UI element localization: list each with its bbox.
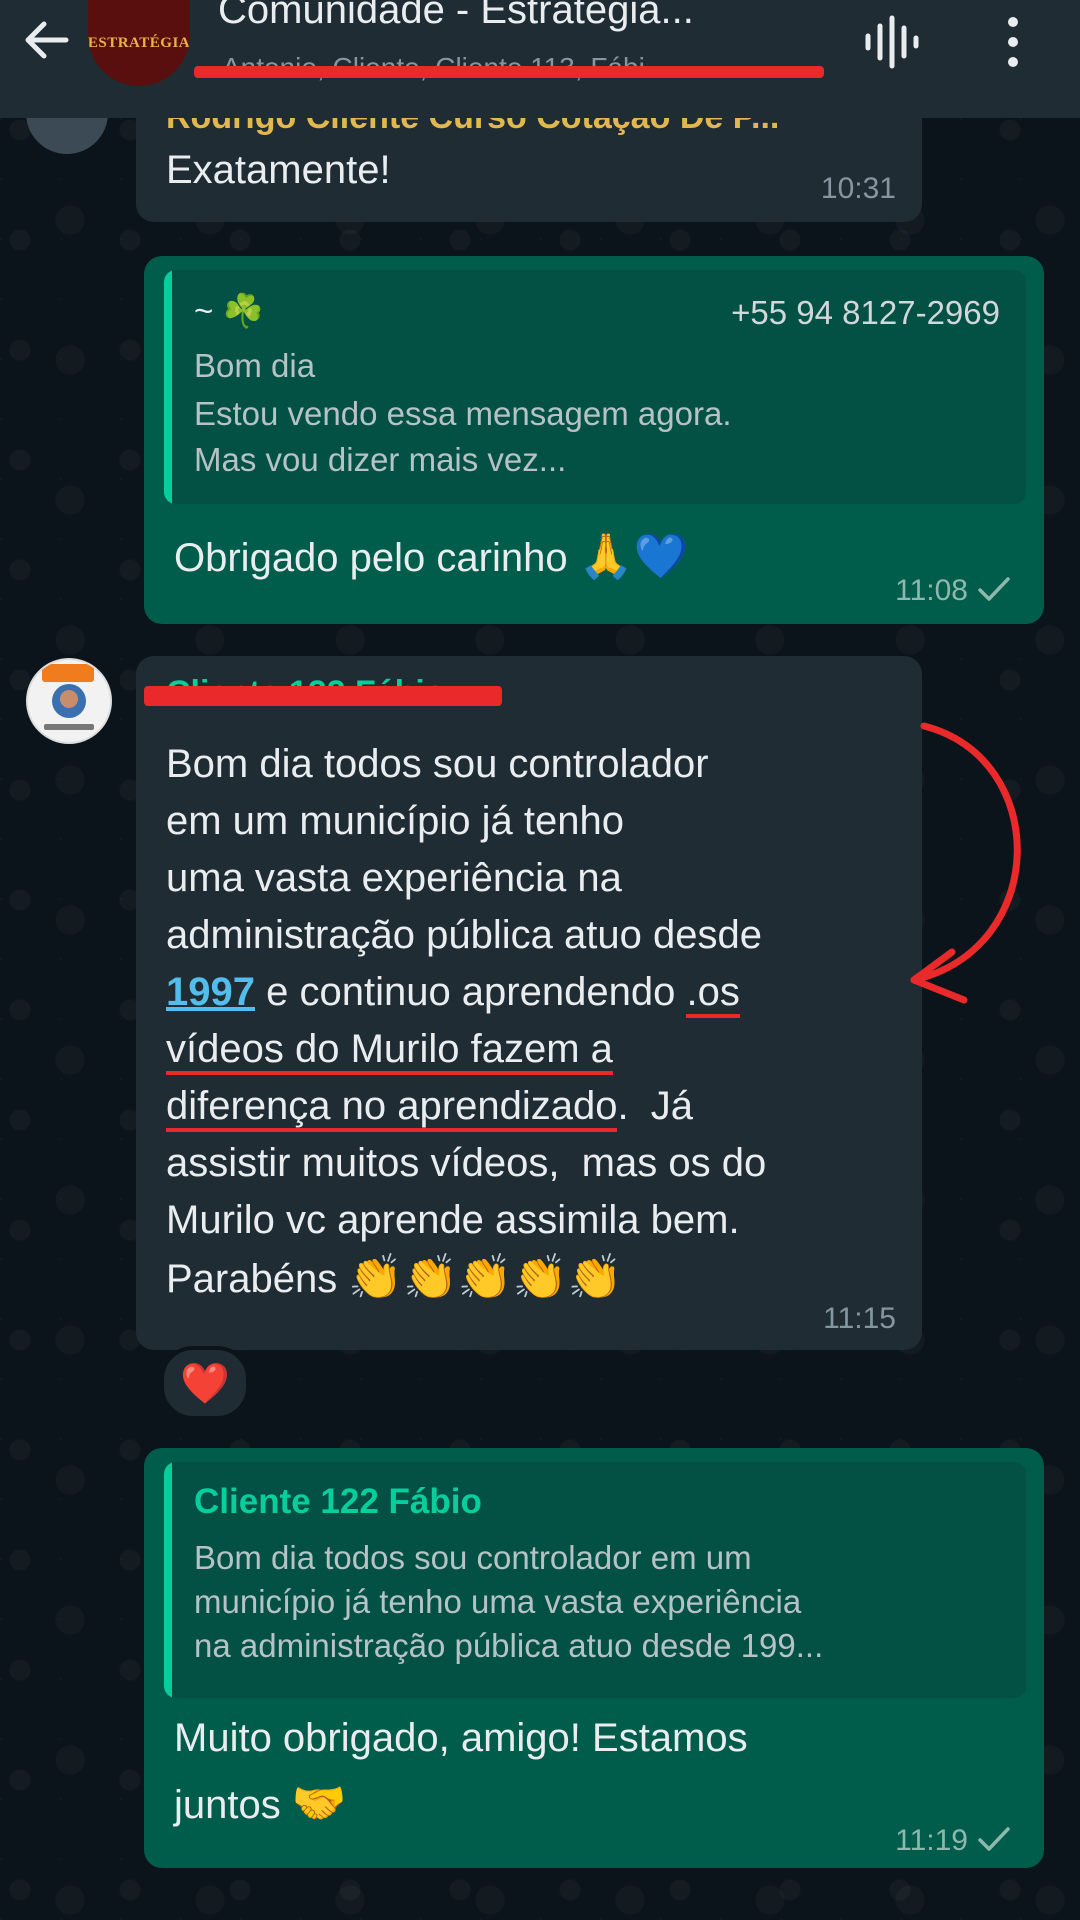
message-line: juntos 🤝 bbox=[174, 1779, 347, 1828]
chat-header: ESTRATÉGIA Comunidade - Estratégia... An… bbox=[0, 0, 1080, 118]
message-time: 11:15 bbox=[823, 1302, 896, 1335]
emoji-clapping-hands: 👏👏👏👏👏 bbox=[348, 1253, 623, 1302]
emoji-pray-heart: 🙏💙 bbox=[578, 532, 689, 581]
quote-line: Estou vendo essa mensagem agora. bbox=[194, 395, 732, 432]
sent-check-icon bbox=[978, 1827, 1010, 1851]
back-arrow-icon[interactable] bbox=[18, 10, 78, 70]
message-bubble-outgoing[interactable]: Cliente 122 Fábio Bom dia todos sou cont… bbox=[144, 1448, 1044, 1868]
message-line: administração pública atuo desde bbox=[166, 913, 762, 957]
quote-line: município já tenho uma vasta experiência bbox=[194, 1583, 802, 1620]
message-line: vídeos do Murilo fazem a bbox=[166, 1021, 906, 1078]
group-title[interactable]: Comunidade - Estratégia... bbox=[218, 0, 694, 33]
message-line: Parabéns 👏👏👏👏👏 bbox=[166, 1253, 623, 1302]
quote-line: Mas vou dizer mais vez... bbox=[194, 441, 567, 478]
voice-chat-icon[interactable] bbox=[860, 12, 920, 72]
redaction-mark bbox=[194, 66, 824, 78]
year-link[interactable]: 1997 bbox=[166, 970, 255, 1014]
message-line: Muito obrigado, amigo! Estamos bbox=[174, 1716, 748, 1760]
highlighted-text: .os bbox=[686, 970, 740, 1018]
message-time: 11:08 bbox=[895, 574, 968, 607]
emoji-handshake: 🤝 bbox=[291, 1779, 347, 1828]
annotation-arrow bbox=[910, 722, 1021, 1004]
message-line: 1997 e continuo aprendendo .os bbox=[166, 964, 906, 1021]
message-time: 10:31 bbox=[820, 172, 896, 205]
quoted-message[interactable]: ~ ☘️ +55 94 8127-2969 Bom dia Estou vend… bbox=[164, 270, 1026, 504]
highlighted-text: vídeos do Murilo fazem a bbox=[166, 1027, 613, 1075]
message-text-body: Obrigado pelo carinho bbox=[174, 536, 568, 580]
message-line: uma vasta experiência na bbox=[166, 856, 622, 900]
message-time: 11:19 bbox=[895, 1824, 968, 1857]
message-text: Muito obrigado, amigo! Estamos juntos 🤝 bbox=[174, 1710, 748, 1834]
message-line: em um município já tenho bbox=[166, 799, 625, 843]
quote-line: Bom dia todos sou controlador em um bbox=[194, 1539, 752, 1576]
quote-phone: +55 94 8127-2969 bbox=[731, 294, 1000, 331]
group-avatar-text: ESTRATÉGIA bbox=[88, 34, 190, 51]
highlighted-text: diferença no aprendizado bbox=[166, 1084, 618, 1132]
quote-accent-bar bbox=[164, 1462, 172, 1698]
message-bubble-outgoing[interactable]: ~ ☘️ +55 94 8127-2969 Bom dia Estou vend… bbox=[144, 256, 1044, 624]
redaction-mark bbox=[144, 686, 502, 706]
sender-avatar[interactable] bbox=[26, 658, 112, 744]
message-text: Obrigado pelo carinho 🙏💙 bbox=[174, 528, 688, 587]
quoted-message[interactable]: Cliente 122 Fábio Bom dia todos sou cont… bbox=[164, 1462, 1026, 1698]
reaction-heart[interactable]: ❤️ bbox=[160, 1346, 250, 1420]
message-bubble-incoming[interactable]: Cliente 122 Fábio Bom dia todos sou cont… bbox=[136, 656, 922, 1350]
quote-author: Cliente 122 Fábio bbox=[194, 1482, 482, 1521]
sent-check-icon bbox=[978, 577, 1010, 601]
more-options-icon[interactable] bbox=[998, 12, 1028, 72]
quote-accent-bar bbox=[164, 270, 172, 504]
message-line: assistir muitos vídeos, mas os do bbox=[166, 1141, 767, 1185]
group-avatar[interactable]: ESTRATÉGIA bbox=[88, 0, 190, 86]
quote-line: Bom dia bbox=[194, 347, 316, 384]
quote-line: na administração pública atuo desde 199.… bbox=[194, 1627, 824, 1664]
message-line: Murilo vc aprende assimila bem. bbox=[166, 1198, 740, 1242]
quote-author: ~ ☘️ bbox=[194, 292, 264, 329]
message-text: Bom dia todos sou controlador em um muni… bbox=[166, 736, 906, 1308]
message-line: Bom dia todos sou controlador bbox=[166, 742, 709, 786]
message-line: diferença no aprendizado. Já bbox=[166, 1078, 906, 1135]
message-text: Exatamente! bbox=[166, 148, 391, 192]
